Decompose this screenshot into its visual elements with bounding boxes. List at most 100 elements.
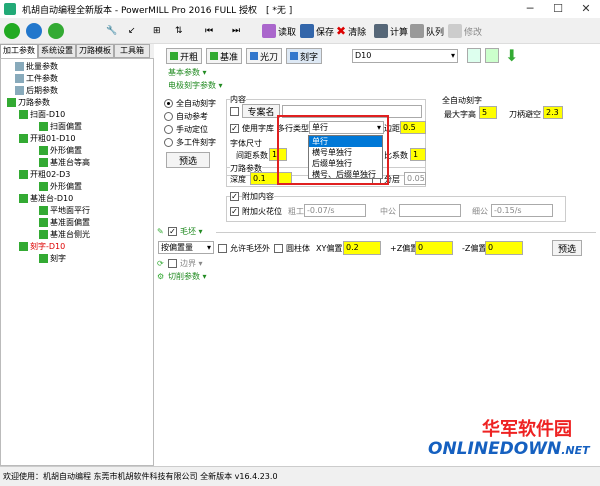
fine-input[interactable]: -0.15/s	[491, 204, 553, 217]
tree-icon[interactable]: ⊞	[153, 21, 161, 41]
coarse-input[interactable]: -0.07/s	[304, 204, 366, 217]
globe-icon[interactable]	[26, 21, 44, 41]
save-button[interactable]: 保存	[300, 21, 334, 41]
radio-auto-ref[interactable]	[164, 112, 173, 121]
tree-node[interactable]: 开粗01-D10	[19, 133, 75, 144]
section-basic[interactable]: 基本参数 ▾	[168, 68, 207, 78]
main-toolbar: 🔧 ↙ ⊞ ⇅ ⏮ ⏭ 读取 保存 ✖ 清除 计算 队列 修改	[0, 18, 600, 44]
section-border[interactable]: 边界 ▾	[180, 259, 203, 269]
ratio-input[interactable]: 1	[410, 148, 426, 161]
blank-mode-select[interactable]: 按偏置量 ▾	[158, 241, 214, 254]
radio-manual[interactable]	[164, 125, 173, 134]
edge-input[interactable]: 0.5	[400, 121, 426, 134]
blank-divider	[216, 232, 596, 233]
last-icon[interactable]: ⏭	[232, 21, 240, 41]
allow-label: 允许毛坯外	[230, 244, 270, 253]
tree-node[interactable]: 开粗02-D3	[19, 169, 70, 180]
engrave-button[interactable]: 刻字	[286, 48, 322, 64]
uselib-checkbox[interactable]: ✓	[230, 124, 239, 133]
tree-node[interactable]: 工件参数	[15, 73, 58, 84]
app-icon	[4, 3, 16, 15]
coarse-label: 粗工	[288, 207, 304, 216]
tool-select[interactable]: D10 ▾	[352, 49, 458, 63]
open-rough-button[interactable]: 开粗	[166, 48, 202, 64]
tree-node-active[interactable]: 刻字-D10	[19, 241, 65, 252]
section-blank[interactable]: 毛坯 ▾	[180, 227, 203, 237]
add-icon[interactable]	[48, 21, 66, 41]
wrench-icon[interactable]: 🔧	[106, 21, 117, 41]
fire-checkbox[interactable]: ✓	[230, 207, 239, 216]
auto-group-label: 全自动刻字	[442, 96, 482, 105]
base-button[interactable]: 基准	[206, 48, 242, 64]
move-icon[interactable]: ⇅	[175, 21, 183, 41]
minimize-button[interactable]: ─	[516, 0, 544, 18]
blank-checkbox[interactable]: ✓	[168, 227, 177, 236]
section-cut[interactable]: 切削参数 ▾	[168, 272, 207, 282]
mid-label: 中公	[380, 207, 396, 216]
status-bar: 欢迎使用：机胡自动编程 东莞市机胡软件科技有限公司 全新版本 v16.4.23.…	[0, 466, 600, 486]
tree-node[interactable]: 基准台-D10	[19, 193, 73, 204]
arrow-icon[interactable]: ↙	[128, 21, 136, 41]
tree-node[interactable]: 刻字	[39, 253, 66, 264]
radio-auto-engrave[interactable]	[164, 99, 173, 108]
param-tree: 批量参数 工件参数 后期参数 刀路参数 扫面-D10 扫面偏置 开粗01-D10…	[0, 58, 154, 466]
close-button[interactable]: ✕	[572, 0, 600, 18]
tree-node[interactable]: 批量参数	[15, 61, 58, 72]
extra-checkbox[interactable]: ✓	[230, 192, 239, 201]
zm-input[interactable]: 0	[485, 241, 523, 255]
tree-node[interactable]: 后期参数	[15, 85, 58, 96]
maximize-button[interactable]: ☐	[544, 0, 572, 18]
section-elec[interactable]: 电极刻字参数 ▾	[168, 81, 223, 91]
tree-node[interactable]: 扫面偏置	[39, 121, 82, 132]
radio-multi-label: 多工件刻字	[176, 138, 216, 147]
modify-button[interactable]: 修改	[448, 21, 482, 41]
tool1-icon[interactable]	[4, 21, 22, 41]
blank-preview-button[interactable]: 预选	[552, 240, 582, 256]
cyl-checkbox[interactable]	[274, 244, 283, 253]
depth-label: 深度	[230, 175, 246, 184]
special-checkbox[interactable]	[230, 107, 239, 116]
zp-input[interactable]: 0	[415, 241, 453, 255]
right-panel: 开粗 基准 光刀 刻字 D10 ▾ ⬇ 基本参数 ▾ 电极刻字参数 ▾ 全自动刻字…	[154, 44, 600, 466]
tab-system[interactable]: 系统设置	[38, 44, 76, 58]
tree-node[interactable]: 外形偏置	[39, 145, 82, 156]
layout-icon[interactable]	[467, 48, 481, 63]
clear-button[interactable]: ✖ 清除	[336, 21, 366, 41]
cut-icon: ⚙	[157, 272, 165, 281]
radio-multi[interactable]	[164, 138, 173, 147]
tree-node[interactable]: 刀路参数	[7, 97, 50, 108]
tree-node[interactable]: 扫面-D10	[19, 109, 65, 120]
shank-input[interactable]: 2.3	[543, 106, 563, 119]
zm-label: -Z偏置	[462, 244, 487, 253]
tab-template[interactable]: 刀路模板	[76, 44, 114, 58]
left-tabs: 加工参数 系统设置 刀路模板 工具箱	[0, 44, 154, 58]
radio-manual-label: 手动定位	[176, 125, 208, 134]
tab-toolbox[interactable]: 工具箱	[114, 44, 150, 58]
border-checkbox[interactable]	[168, 259, 177, 268]
queue-button[interactable]: 队列	[410, 21, 444, 41]
tree-node[interactable]: 外形偏置	[39, 181, 82, 192]
calc-button[interactable]: 计算	[374, 21, 408, 41]
preview-button[interactable]: 预选	[166, 152, 210, 168]
fire-label: 附加火花位	[242, 207, 282, 216]
tab-machining[interactable]: 加工参数	[0, 44, 38, 58]
allow-checkbox[interactable]	[218, 244, 227, 253]
xy-input[interactable]: 0.2	[343, 241, 381, 255]
read-button[interactable]: 读取	[262, 21, 296, 41]
tree-node[interactable]: 基准台等高	[39, 157, 90, 168]
maxh-label: 最大字高	[444, 110, 476, 119]
xy-label: XY偏置	[316, 244, 343, 253]
maxh-input[interactable]: 5	[479, 106, 497, 119]
layer-input[interactable]: 0.05	[404, 172, 426, 185]
special-name-button[interactable]: 专案名	[242, 104, 280, 118]
tree-node[interactable]: 平地面平行	[39, 205, 90, 216]
first-icon[interactable]: ⏮	[205, 21, 213, 41]
tree-node[interactable]: 基准面偏置	[39, 217, 90, 228]
tree-node[interactable]: 基准台侧光	[39, 229, 90, 240]
mid-input[interactable]	[399, 204, 461, 217]
spacing-label: 间距系数	[236, 151, 268, 160]
download-icon[interactable]: ⬇	[505, 46, 518, 65]
finish-button[interactable]: 光刀	[246, 48, 282, 64]
logo-cn: 华军软件园	[482, 419, 572, 440]
grid-icon[interactable]	[485, 48, 499, 63]
